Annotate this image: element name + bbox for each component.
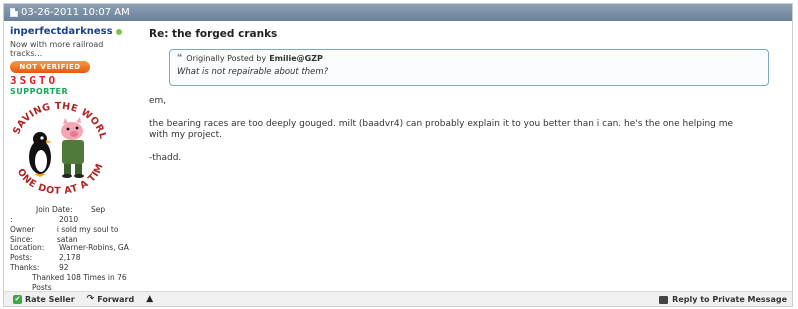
forward-button[interactable]: ↷ Forward xyxy=(87,294,135,304)
not-verified-badge: NOT VERIFIED xyxy=(10,61,90,73)
post-footer: ✔ Rate Seller ↷ Forward ▲ Reply to Priva… xyxy=(4,291,792,306)
quote-icon: ❝ xyxy=(177,53,183,63)
location-label: Location: xyxy=(10,243,45,252)
username-row: inperfectdarkness xyxy=(10,26,138,37)
message-line: -thadd. xyxy=(149,153,182,163)
checkmark-icon: ✔ xyxy=(13,294,22,304)
warning-icon: ▲ xyxy=(146,294,154,304)
online-status-icon xyxy=(115,28,122,35)
reply-private-label: Reply to Private Message xyxy=(672,295,787,304)
owner-since-value: i sold my soul to satan xyxy=(56,225,119,244)
quote-prefix: Originally Posted by xyxy=(186,53,267,63)
quote-block: ❝ Originally Posted by Emilie@GZP What i… xyxy=(169,49,769,86)
join-date-colon: : xyxy=(10,215,13,224)
thanks-value: 92 xyxy=(59,263,69,272)
message-line: the bearing races are too deeply gouged.… xyxy=(149,119,734,140)
report-button[interactable]: ▲ xyxy=(146,294,156,304)
reply-private-message-button[interactable]: Reply to Private Message xyxy=(659,292,787,307)
quote-text: What is not repairable about them? xyxy=(177,67,329,77)
post-title: Re: the forged cranks xyxy=(149,28,278,40)
avatar[interactable]: SAVING THE WORLD ONE DOT AT A TIME xyxy=(6,89,108,201)
post-header: 03-26-2011 10:07 AM xyxy=(4,4,792,21)
forum-post: 03-26-2011 10:07 AM inperfectdarkness No… xyxy=(3,3,793,307)
user-info-panel: inperfectdarkness Now with more railroad… xyxy=(4,21,138,292)
thanks-label: Thanks: xyxy=(10,263,40,272)
message-line: em, xyxy=(149,96,167,106)
avatar-text-top: SAVING THE WORLD xyxy=(6,89,108,140)
user-title: Now with more railroad tracks... xyxy=(10,40,104,58)
document-icon xyxy=(10,8,18,17)
username-link[interactable]: inperfectdarkness xyxy=(10,26,113,37)
thanked-text: Thanked 108 Times in 76 Posts xyxy=(32,273,127,292)
message-content: em, the bearing races are too deeply gou… xyxy=(149,96,793,164)
owner-since-label: Owner Since: xyxy=(10,225,35,244)
rate-seller-button[interactable]: ✔ Rate Seller xyxy=(13,294,75,304)
speech-bubble-icon xyxy=(659,295,669,304)
location-value: Warner-Robins, GA xyxy=(59,243,129,252)
rate-seller-label: Rate Seller xyxy=(25,294,75,304)
post-date: 03-26-2011 10:07 AM xyxy=(21,7,130,18)
join-date-year: 2010 xyxy=(59,215,79,224)
supporter-badge: SUPPORTER xyxy=(10,87,69,96)
post-body: Re: the forged cranks ❝ Originally Poste… xyxy=(142,21,793,283)
svg-text:SAVING THE WORLD: SAVING THE WORLD xyxy=(10,97,106,140)
forward-label: Forward xyxy=(97,294,135,304)
user-stats: Join Date: Sep : 2010 Owner Since: i sol… xyxy=(10,205,138,292)
posts-label: Posts: xyxy=(10,253,33,262)
join-date-label: Join Date: xyxy=(36,205,73,214)
forward-arrow-icon: ↷ xyxy=(86,294,95,304)
posts-value: 2,178 xyxy=(59,253,81,262)
3sgto-logo: 3SGTO xyxy=(10,74,59,87)
join-date-month: Sep xyxy=(91,205,106,214)
avatar-image: SAVING THE WORLD ONE DOT AT A TIME xyxy=(6,89,108,197)
quote-author[interactable]: Emilie@GZP xyxy=(269,54,323,63)
quote-header: ❝ Originally Posted by Emilie@GZP xyxy=(177,53,768,63)
